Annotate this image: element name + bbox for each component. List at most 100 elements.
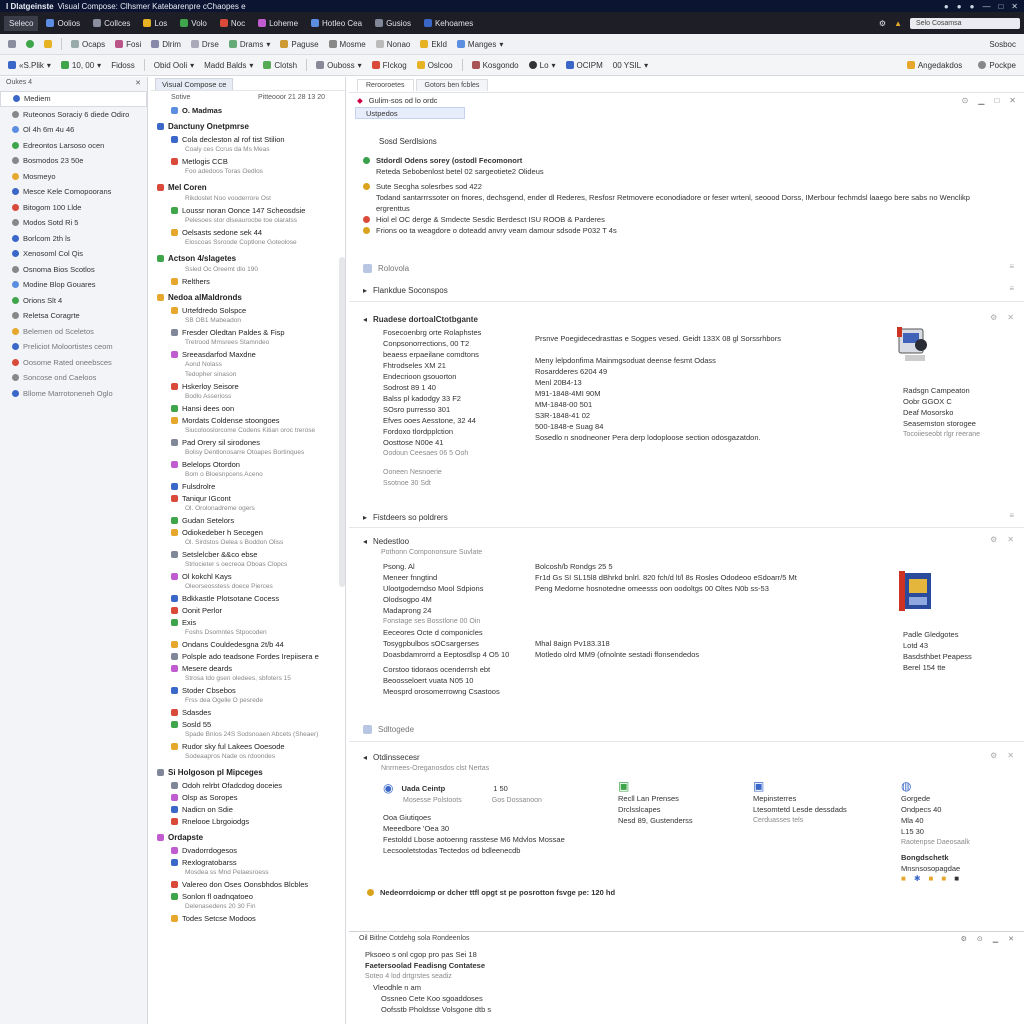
toolbar-button[interactable]: Paguse	[276, 38, 322, 51]
selected-item[interactable]: Ustpedos	[355, 107, 465, 119]
sidebar-item[interactable]: Borlcom 2th ls	[0, 231, 147, 247]
tree-item[interactable]: Oelsasts sedone sek 44	[151, 226, 345, 238]
sidebar-item[interactable]: Bosmodos 23 50e	[0, 153, 147, 169]
sidebar-item[interactable]: Orions Slt 4	[0, 293, 147, 309]
menu-item[interactable]: Gusios	[370, 16, 416, 31]
tree-item[interactable]: Fulsdrolre	[151, 480, 345, 492]
expand-icon[interactable]: ≡	[1009, 511, 1014, 520]
expand-icon[interactable]: ≡	[1009, 284, 1014, 293]
star-icon[interactable]: ■	[901, 874, 906, 883]
section-rolovola[interactable]: Rolovola ≡	[363, 262, 1014, 274]
close-icon[interactable]: ✕	[1009, 96, 1016, 105]
menu-item[interactable]: Oolios	[41, 16, 85, 31]
sidebar-item[interactable]: Edreontos Larsoso ocen	[0, 138, 147, 154]
tree-item[interactable]: Mesere deards	[151, 662, 345, 674]
tree-item[interactable]: Stoder Cbsebos	[151, 684, 345, 696]
menu-item[interactable]: Noc	[215, 16, 250, 31]
tree-item[interactable]: O. Madmas	[151, 104, 345, 116]
warning-icon[interactable]: ▲	[894, 19, 902, 28]
tree-item[interactable]: Hansi dees oon	[151, 402, 345, 414]
toolbar-button[interactable]: Lo ▾	[525, 59, 560, 72]
sidebar-item[interactable]: Oosome Rated oneebsces	[0, 355, 147, 371]
tree-item[interactable]: Pad Orery sil sirodones	[151, 436, 345, 448]
settings-icon[interactable]: ⚙	[990, 313, 997, 322]
sidebar-item[interactable]: Osnoma Bios Scotlos	[0, 262, 147, 278]
star-icon[interactable]: ✱	[914, 874, 921, 883]
toolbar-button[interactable]: FIckog	[368, 59, 411, 72]
tree-group[interactable]: Ordapste	[151, 831, 345, 844]
minimize-icon[interactable]: ▁	[993, 935, 998, 943]
menu-item[interactable]: Collces	[88, 16, 135, 31]
tree-item[interactable]: Loussr noran Oonce 147 Scheosdsie	[151, 204, 345, 216]
tree-group[interactable]: Mel Coren	[151, 181, 345, 194]
toolbar-button[interactable]: Manges ▾	[453, 38, 507, 51]
tree-item[interactable]: Sreeasdarfod Maxdne	[151, 348, 345, 360]
expand-icon[interactable]: ≡	[1009, 262, 1014, 271]
tree-item[interactable]: Oonit Perlor	[151, 604, 345, 616]
toolbar-button[interactable]: Fosi	[111, 38, 145, 51]
tree-item[interactable]: Todes Setcse Modoos	[151, 912, 345, 924]
tree-item[interactable]: Bdkkastle Plotsotane Cocess	[151, 592, 345, 604]
back-button[interactable]	[4, 38, 20, 50]
menu-item[interactable]: Loheme	[253, 16, 303, 31]
close-icon[interactable]: ✕	[1007, 535, 1014, 544]
tree-item[interactable]: Metlogis CCB	[151, 155, 345, 167]
toolbar-button[interactable]: Mosme	[325, 38, 370, 51]
toolbar-button[interactable]: OCIPM	[562, 59, 607, 72]
tree-item[interactable]: Ondans Couldedesgna 2t/b 44	[151, 638, 345, 650]
close-button[interactable]: ✕	[1011, 2, 1018, 11]
tree-item[interactable]: Ol kokchl Kays	[151, 570, 345, 582]
sidebar-item[interactable]: Xenosoml Col Qis	[0, 246, 147, 262]
toolbar-button[interactable]: Obid Ooli ▾	[150, 59, 198, 72]
refresh-button[interactable]	[22, 38, 38, 50]
sidebar-item[interactable]: Mesce Kele Comopoorans	[0, 184, 147, 200]
toolbar-button[interactable]: Fidoss	[107, 59, 139, 72]
close-icon[interactable]: ✕	[1008, 935, 1014, 943]
tree-item[interactable]: Gudan Setelors	[151, 514, 345, 526]
sidebar-item[interactable]: Bllome Marrotoneneh Oglo	[0, 386, 147, 402]
tree-item[interactable]: Odoh relrbt Ofadcdog doceies	[151, 779, 345, 791]
tree-item[interactable]: Odiokedeber h Secegen	[151, 526, 345, 538]
star-icon[interactable]: ■	[929, 874, 934, 883]
pin-icon[interactable]: ⊙	[977, 935, 983, 943]
sidebar-item[interactable]: Modine Blop Gouares	[0, 277, 147, 293]
toolbar-button[interactable]: 10, 00 ▾	[57, 59, 105, 72]
settings-icon[interactable]: ●	[970, 2, 975, 11]
menu-item[interactable]: Hotleo Cea	[306, 16, 367, 31]
tree-item[interactable]: Setslelcber &&co ebse	[151, 548, 345, 560]
tree-item[interactable]: Cola decleston al rof tist Stilion	[151, 133, 345, 145]
settings-icon[interactable]: ⚙	[990, 751, 997, 760]
section-soconspos[interactable]: ▸ Flankdue Soconspos ≡	[363, 284, 1014, 296]
tab-document[interactable]: Rerooroetes	[357, 78, 414, 91]
section-sdltogede[interactable]: Sdltogede	[363, 723, 1014, 735]
sidebar-item[interactable]: Mosmeyo	[0, 169, 147, 185]
toolbar-button[interactable]: Madd Balds ▾	[200, 59, 257, 72]
toolbar-button[interactable]: Ouboss ▾	[312, 59, 366, 72]
notification-icon[interactable]: ●	[944, 2, 949, 11]
tree-item[interactable]: Rexlogratobarss	[151, 856, 345, 868]
tree-item[interactable]: Taniqur IGcont	[151, 492, 345, 504]
tree-group[interactable]: Nedoa alMaldronds	[151, 291, 345, 304]
tree-scrollbar[interactable]	[339, 257, 345, 587]
minimize-icon[interactable]: ▁	[978, 96, 984, 105]
minimize-button[interactable]: —	[982, 2, 990, 11]
toolbar-button[interactable]: «S.Plik ▾	[4, 59, 55, 72]
tree-item[interactable]: Rnelooe Lbrgoiodgs	[151, 815, 345, 827]
tree-item[interactable]: Sosld 55	[151, 718, 345, 730]
sidebar-item[interactable]: Mediem	[0, 91, 147, 107]
menu-item[interactable]: Seleco	[4, 15, 39, 31]
sidebar-item[interactable]: Modos Sotd Ri 5	[0, 215, 147, 231]
menu-item[interactable]: Los	[138, 16, 172, 31]
tab-document[interactable]: Gotors ben fcbles	[415, 78, 489, 91]
maximize-button[interactable]: □	[998, 2, 1003, 11]
toolbar-right-button[interactable]: Angedakdos	[903, 59, 966, 72]
toolbar-right-button[interactable]: Pockpe	[974, 59, 1020, 72]
user-icon[interactable]: ●	[957, 2, 962, 11]
tree-item[interactable]: Rudor sky ful Lakees Ooesode	[151, 740, 345, 752]
sidebar-item[interactable]: Reletsa Coragrte	[0, 308, 147, 324]
tree-item[interactable]: Sdasdes	[151, 706, 345, 718]
tree-item[interactable]: Mordats Coldense stoongoes	[151, 414, 345, 426]
tree-item[interactable]: Valereo don Oses Oonsbhdos Blcbles	[151, 878, 345, 890]
sidebar-item[interactable]: Ol 4h 6m 4u 46	[0, 122, 147, 138]
tree-item[interactable]: Olsp as Soropes	[151, 791, 345, 803]
